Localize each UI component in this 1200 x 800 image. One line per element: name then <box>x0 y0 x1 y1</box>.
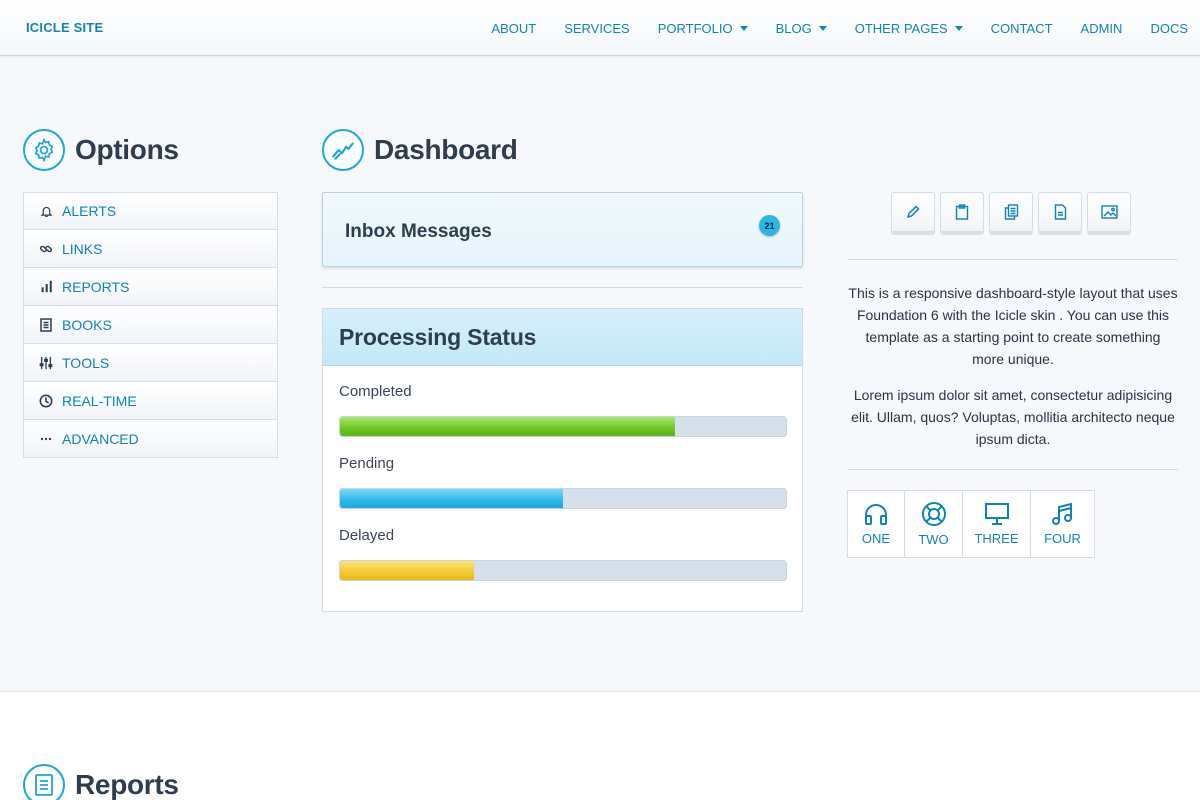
caret-down-icon <box>818 25 827 31</box>
bar-chart-icon <box>38 279 54 295</box>
button-three[interactable]: THREE <box>963 490 1031 558</box>
menu-item-alerts[interactable]: ALERTS <box>23 192 278 230</box>
reports-section <box>0 691 1200 800</box>
menu-item-reports[interactable]: REPORTS <box>23 268 278 306</box>
nav-label: SERVICES <box>564 20 630 36</box>
nav-label: BLOG <box>775 20 812 36</box>
document-icon <box>1054 204 1066 220</box>
menu-item-advanced[interactable]: ADVANCED <box>23 420 278 458</box>
menu-item-links[interactable]: LINKS <box>23 230 278 268</box>
caret-down-icon <box>739 25 748 31</box>
top-navigation-bar: ICICLE SITE ABOUT SERVICES PORTFOLIO BLO… <box>0 0 1200 56</box>
main-nav: ABOUT SERVICES PORTFOLIO BLOG OTHER PAGE… <box>477 0 1200 56</box>
menu-item-label: LINKS <box>62 240 103 257</box>
menu-item-tools[interactable]: TOOLS <box>23 344 278 382</box>
clock-icon <box>38 393 54 409</box>
nav-docs[interactable]: DOCS <box>1136 0 1200 56</box>
nav-about[interactable]: ABOUT <box>477 0 550 56</box>
nav-label: CONTACT <box>990 20 1053 36</box>
processing-header: Processing Status <box>323 309 802 366</box>
more-icon <box>38 431 54 447</box>
document-button[interactable] <box>1038 192 1082 232</box>
image-icon <box>1100 205 1118 219</box>
menu-item-label: ALERTS <box>62 203 117 219</box>
progress-label-delayed: Delayed <box>339 527 395 544</box>
nav-other-pages[interactable]: OTHER PAGES <box>841 0 977 56</box>
dashboard-heading: Dashboard <box>322 129 518 171</box>
sliders-icon <box>38 355 54 371</box>
button-label: FOUR <box>1044 531 1081 546</box>
nav-admin[interactable]: ADMIN <box>1067 0 1137 56</box>
button-four[interactable]: FOUR <box>1031 490 1095 558</box>
nav-blog[interactable]: BLOG <box>762 0 841 56</box>
menu-item-books[interactable]: BOOKS <box>23 306 278 344</box>
trend-icon <box>322 129 364 171</box>
divider <box>848 469 1178 470</box>
progress-bar-pending <box>339 488 787 509</box>
nav-label: OTHER PAGES <box>854 20 948 36</box>
inbox-count-badge: 21 <box>759 215 780 236</box>
link-icon <box>38 241 54 257</box>
copy-button[interactable] <box>989 192 1033 232</box>
bell-icon <box>38 203 54 219</box>
pencil-icon <box>906 205 920 219</box>
button-one[interactable]: ONE <box>847 490 905 558</box>
music-icon <box>1051 502 1072 525</box>
button-label: ONE <box>861 531 891 546</box>
description-paragraph-1: This is a responsive dashboard-style lay… <box>848 285 1178 367</box>
progress-fill-delayed <box>340 561 474 580</box>
divider <box>322 287 803 288</box>
inbox-title: Inbox Messages <box>345 221 492 242</box>
headphones-icon <box>865 504 887 525</box>
pencil-button[interactable] <box>891 192 935 232</box>
nav-label: PORTFOLIO <box>657 20 733 36</box>
processing-title: Processing Status <box>339 323 537 350</box>
nav-contact[interactable]: CONTACT <box>977 0 1067 56</box>
copy-icon <box>1004 204 1018 220</box>
nav-services[interactable]: SERVICES <box>550 0 644 56</box>
progress-bar-delayed <box>339 560 787 581</box>
image-button[interactable] <box>1087 192 1131 232</box>
processing-status-panel: Processing Status Completed Pending Dela… <box>322 308 803 612</box>
gear-icon <box>23 129 65 171</box>
button-label: THREE <box>974 531 1019 546</box>
site-brand[interactable]: ICICLE SITE <box>26 20 103 35</box>
monitor-icon <box>984 503 1009 525</box>
nav-portfolio[interactable]: PORTFOLIO <box>644 0 762 56</box>
progress-label-completed: Completed <box>339 383 412 400</box>
book-icon <box>38 317 54 333</box>
progress-fill-pending <box>340 489 563 508</box>
description-paragraph-2: Lorem ipsum dolor sit amet, consectetur … <box>851 387 1175 447</box>
nav-label: DOCS <box>1150 20 1188 36</box>
reports-heading: Reports <box>23 764 179 800</box>
reports-title: Reports <box>75 769 179 800</box>
nav-label: ABOUT <box>491 20 537 36</box>
button-two[interactable]: TWO <box>905 490 963 558</box>
menu-item-label: BOOKS <box>62 316 112 333</box>
menu-item-label: REPORTS <box>62 278 130 295</box>
menu-item-label: TOOLS <box>62 354 110 371</box>
nav-label: ADMIN <box>1080 20 1123 36</box>
report-icon <box>23 764 65 800</box>
clipboard-icon <box>955 204 969 220</box>
inbox-messages-panel[interactable]: Inbox Messages 21 <box>322 192 803 267</box>
lifebuoy-icon <box>921 502 946 526</box>
options-title: Options <box>75 134 179 165</box>
menu-item-label: REAL-TIME <box>62 392 137 409</box>
button-label: TWO <box>918 532 949 547</box>
caret-down-icon <box>954 25 963 31</box>
menu-item-real-time[interactable]: REAL-TIME <box>23 382 278 420</box>
icon-button-group: ONE TWO THREE FOUR <box>847 490 1095 558</box>
clipboard-button[interactable] <box>940 192 984 232</box>
progress-fill-completed <box>340 417 675 436</box>
dashboard-title: Dashboard <box>374 134 518 165</box>
options-heading: Options <box>23 129 179 171</box>
progress-label-pending: Pending <box>339 455 395 472</box>
menu-item-label: ADVANCED <box>62 430 139 447</box>
divider <box>848 259 1178 260</box>
progress-bar-completed <box>339 416 787 437</box>
options-menu: ALERTS LINKS REPORTS BOOKS TOOLS REAL-TI… <box>23 192 278 458</box>
edit-toolbar <box>891 192 1136 232</box>
